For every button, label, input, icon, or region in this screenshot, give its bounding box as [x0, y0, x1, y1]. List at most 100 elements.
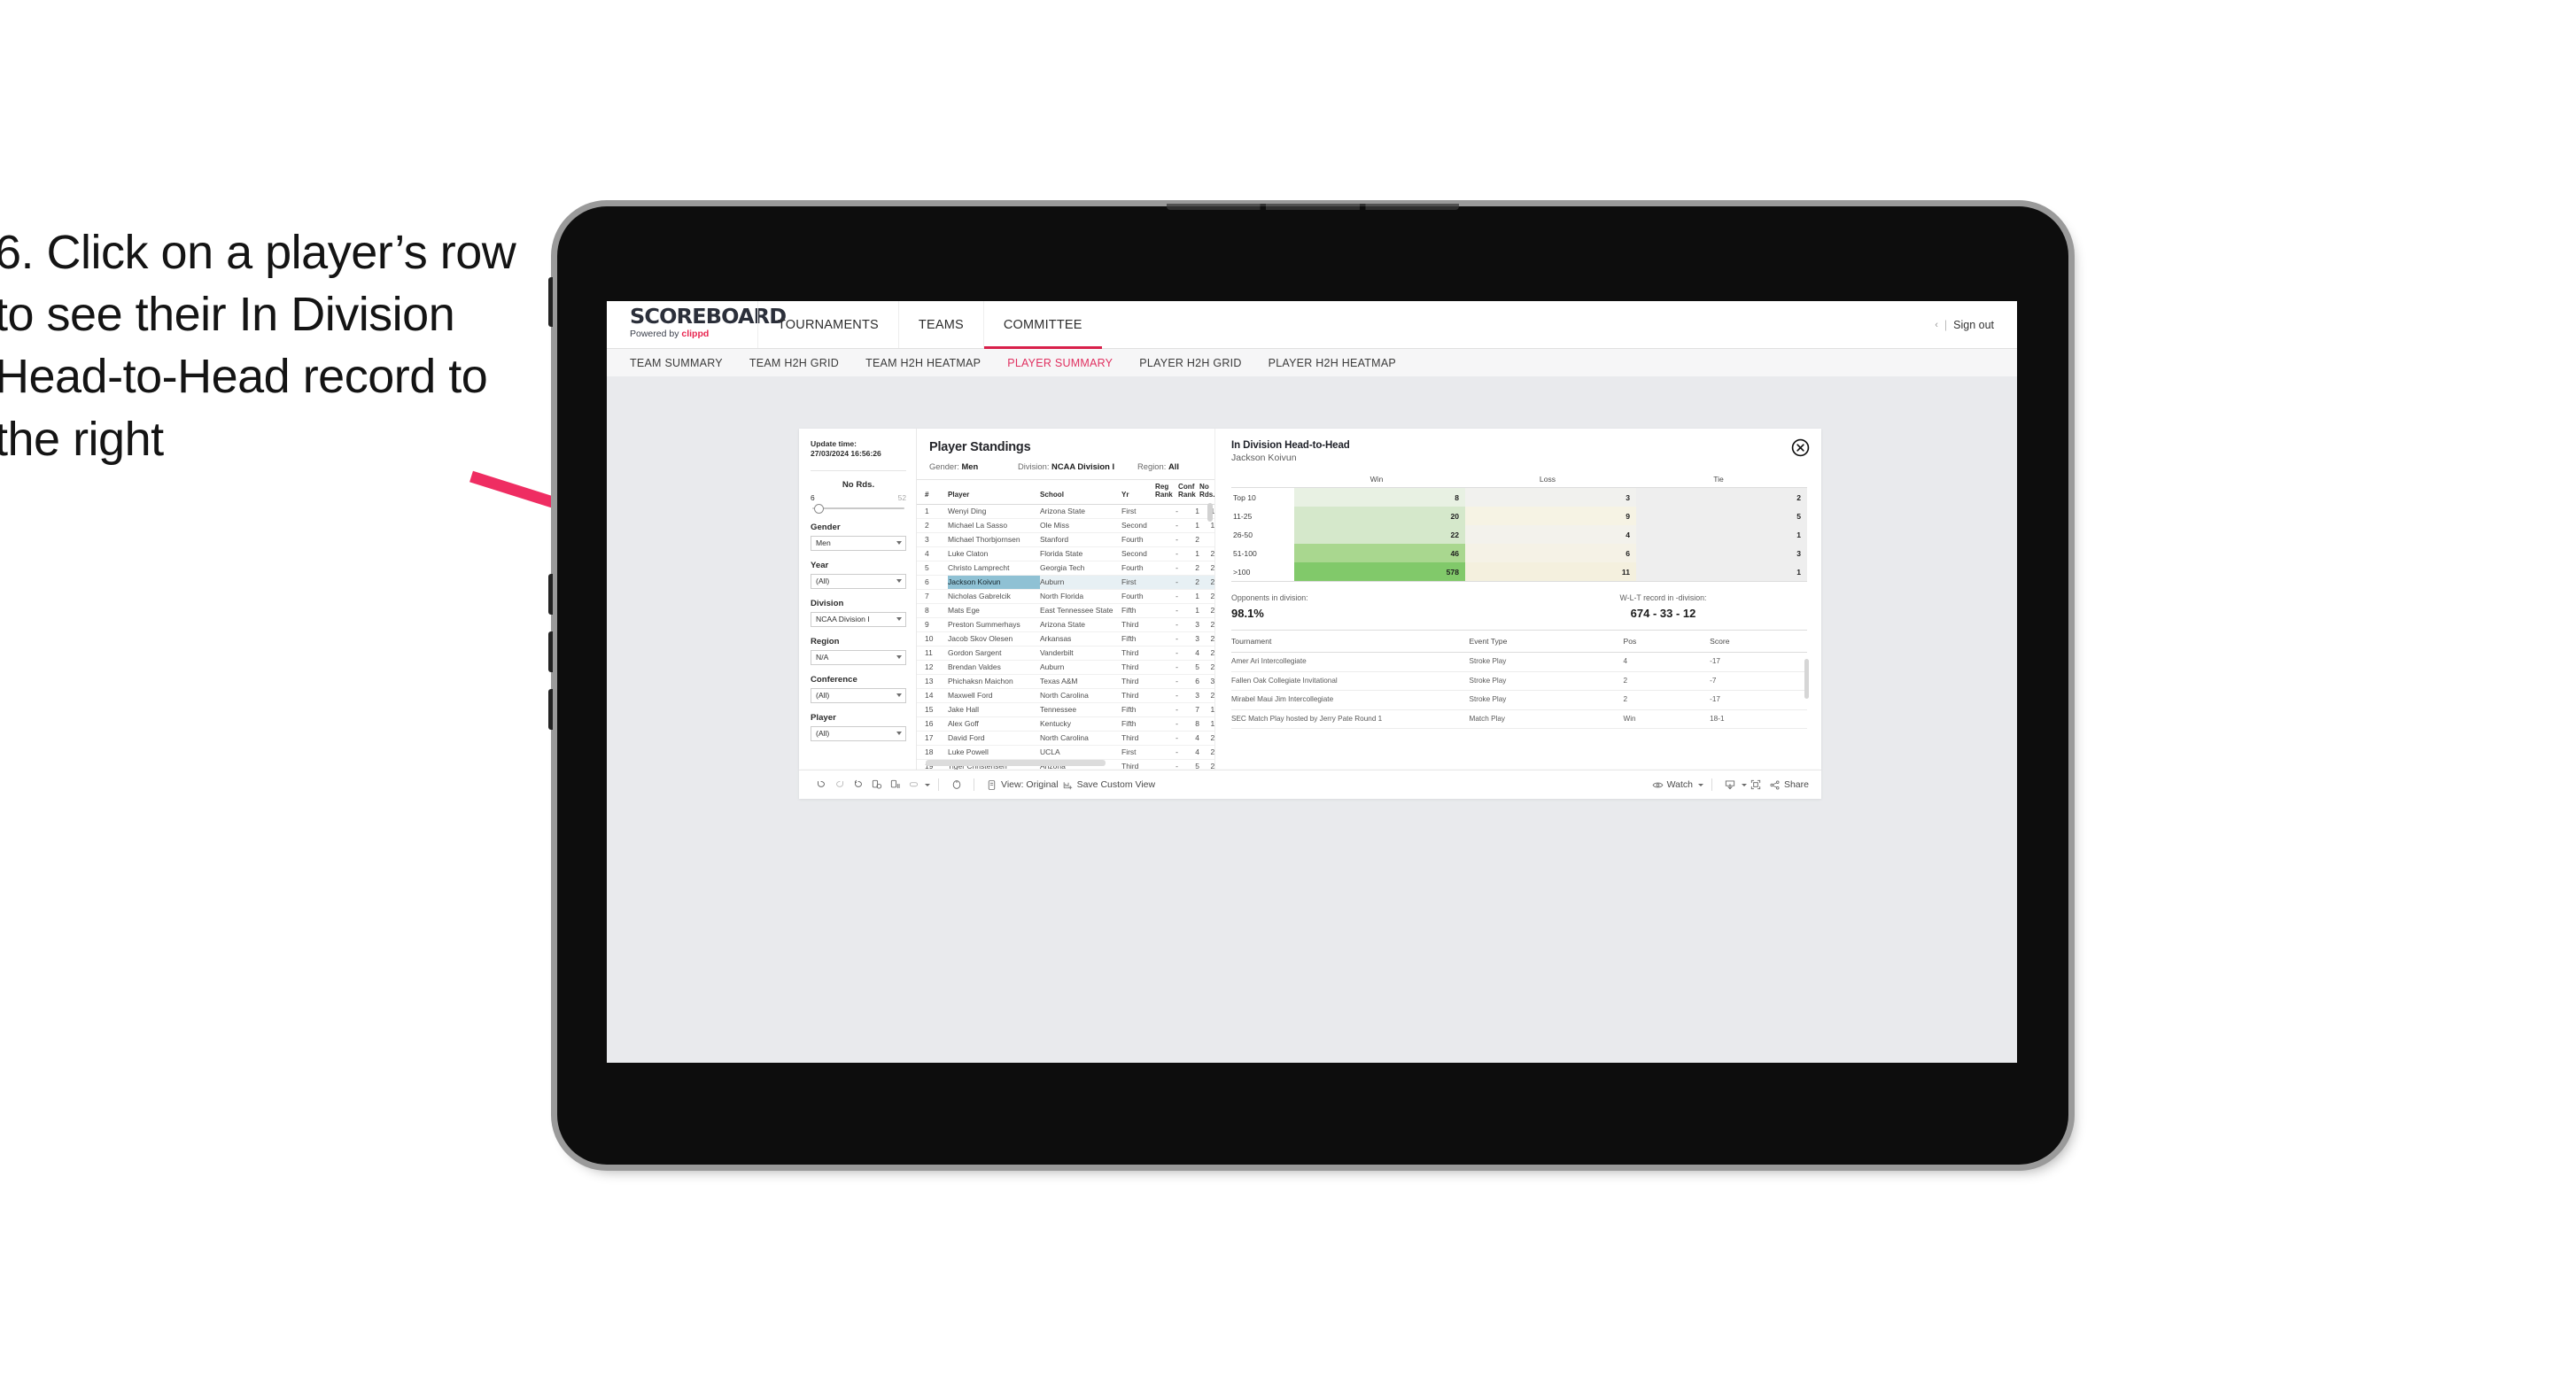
conference-filter-select[interactable]: (All) [811, 687, 906, 703]
watch-button[interactable]: Watch [1652, 779, 1703, 791]
highlight-icon[interactable] [904, 776, 923, 794]
reg-rank-cell: - [1155, 603, 1178, 618]
tablet-device-frame: SCOREBOARD Powered by clippd TOURNAMENTS… [548, 204, 2068, 1165]
year-filter-select[interactable]: (All) [811, 573, 906, 589]
table-row[interactable]: 9 Preston Summerhays Arizona State Third -3 2… [917, 617, 1214, 632]
nav-committee[interactable]: COMMITTEE [982, 301, 1102, 349]
table-row[interactable]: 13Phichaksn MaichonTexas A&MThird-6301 [917, 674, 1214, 689]
view-original-button[interactable]: View: Original [986, 779, 1059, 791]
table-row[interactable]: 2Michael La SassoOle MissSecond-1180 [917, 518, 1214, 533]
subnav-player-summary[interactable]: PLAYER SUMMARY [1007, 357, 1130, 369]
year-cell: Fifth [1121, 631, 1155, 647]
col-school[interactable]: School [1040, 480, 1121, 505]
download-button[interactable] [1724, 778, 1747, 791]
tournaments-table-wrapper[interactable]: Tournament Event Type Pos Score Amer Ari… [1231, 630, 1809, 729]
tournament-row[interactable]: SEC Match Play hosted by Jerry Pate Roun… [1231, 709, 1807, 729]
division-filter-select[interactable]: NCAA Division I [811, 611, 906, 627]
refresh-data-icon[interactable] [867, 776, 886, 794]
school-cell: Arkansas [1040, 631, 1121, 647]
save-custom-view-icon [1063, 781, 1072, 789]
h2h-col-loss: Loss [1465, 475, 1636, 488]
share-button[interactable]: Share [1769, 779, 1809, 791]
col-conf-rank[interactable]: Conf Rank [1178, 480, 1199, 505]
rank-cell: 6 [917, 575, 948, 590]
table-row[interactable]: 6Jackson KoivunAuburnFirst-2271 [917, 575, 1214, 590]
table-row[interactable]: 16Alex GoffKentuckyFifth-8190 [917, 716, 1214, 732]
standings-table-wrapper[interactable]: # Player School Yr Reg Rank Conf Rank No Rd… [917, 479, 1214, 770]
col-reg-rank[interactable]: Reg Rank [1155, 480, 1178, 505]
division-filter-value: NCAA Division I [816, 615, 870, 624]
table-row[interactable]: 7 Nicholas Gabrelcik North Florida Fourth -1… [917, 589, 1214, 604]
subnav-team-h2h-heatmap[interactable]: TEAM H2H HEATMAP [865, 357, 998, 369]
watch-icon [1652, 782, 1664, 787]
table-row[interactable]: 4Luke ClatonFlorida StateSecond-1272 [917, 546, 1214, 561]
col-pos[interactable]: Pos [1623, 631, 1711, 653]
col-rank[interactable]: # [917, 480, 948, 505]
school-cell: Kentucky [1040, 716, 1121, 732]
view-original-label: View: Original [1001, 779, 1059, 790]
alerts-icon[interactable] [947, 776, 966, 794]
table-row[interactable]: 5Christo LamprechtGeorgia TechFourth-221… [917, 561, 1214, 576]
col-event-type[interactable]: Event Type [1469, 631, 1624, 653]
tournaments-scrollbar[interactable] [1804, 659, 1809, 699]
nav-tournaments[interactable]: TOURNAMENTS [757, 301, 898, 348]
pause-updates-icon[interactable] [886, 776, 904, 794]
rank-cell: 1 [917, 504, 948, 519]
col-no-line2: Rds. [1199, 490, 1214, 499]
view-icon [988, 779, 996, 790]
chevron-down-icon[interactable] [1697, 783, 1703, 786]
col-score[interactable]: Score [1710, 631, 1807, 653]
table-row[interactable]: 1Wenyi DingArizona StateFirst-1151 [917, 504, 1214, 519]
subnav-player-h2h-grid[interactable]: PLAYER H2H GRID [1139, 357, 1259, 369]
table-row[interactable]: 12Brendan ValdesAuburnThird-5270 [917, 660, 1214, 675]
table-row[interactable]: 8Mats EgeEast Tennessee StateFifth-1242 [917, 603, 1214, 618]
h2h-loss-cell: 9 [1465, 507, 1636, 525]
nav-teams[interactable]: TEAMS [897, 301, 983, 348]
table-row[interactable]: 14Maxwell FordNorth CarolinaThird-3230 [917, 688, 1214, 703]
event-type-cell: Stroke Play [1469, 690, 1624, 710]
no-rounds-slider[interactable] [812, 504, 904, 515]
chevron-down-icon [896, 617, 902, 622]
reg-rank-cell: - [1155, 745, 1178, 760]
table-horizontal-scrollbar[interactable] [926, 760, 1106, 766]
table-row[interactable]: 18Luke PowellUCLAFirst-4241 [917, 745, 1214, 760]
chevron-down-icon [896, 579, 902, 584]
tournament-row[interactable]: Amer Ari Intercollegiate Stroke Play 4 -17 [1231, 652, 1807, 672]
table-vertical-scrollbar[interactable] [1207, 503, 1213, 522]
year-cell: Second [1121, 546, 1155, 561]
context-region-value: All [1168, 461, 1179, 471]
col-no-rds[interactable]: No Rds. [1199, 480, 1214, 505]
col-year[interactable]: Yr [1121, 480, 1155, 505]
table-row[interactable]: 11Gordon SargentVanderbiltThird-4210 [917, 646, 1214, 661]
table-row[interactable]: 10Jacob Skov OlesenArkansasFifth-3230 [917, 631, 1214, 647]
col-player[interactable]: Player [948, 480, 1040, 505]
player-filter-select[interactable]: (All) [811, 725, 906, 741]
chevron-down-icon[interactable] [925, 783, 930, 786]
tournament-row[interactable]: Mirabel Maui Jim Intercollegiate Stroke P… [1231, 690, 1807, 710]
revert-icon[interactable] [849, 776, 867, 794]
gender-filter-select[interactable]: Men [811, 535, 906, 551]
subnav-team-summary[interactable]: TEAM SUMMARY [630, 357, 741, 369]
filter-conference: Conference (All) [811, 675, 906, 703]
no-rounds-cell: 24 [1199, 603, 1214, 618]
table-row[interactable]: 15Jake HallTennesseeFifth-7180 [917, 702, 1214, 717]
table-row[interactable]: 3Michael ThorbjornsenStanfordFourth-291 [917, 532, 1214, 547]
subnav-team-h2h-grid[interactable]: TEAM H2H GRID [749, 357, 857, 369]
subnav-player-h2h-heatmap[interactable]: PLAYER H2H HEATMAP [1269, 357, 1414, 369]
tournament-row[interactable]: Fallen Oak Collegiate Invitational Stroke… [1231, 671, 1807, 691]
sign-out-link[interactable]: Sign out [1953, 319, 1994, 331]
h2h-tie-cell: 5 [1636, 507, 1807, 525]
filter-player: Player (All) [811, 713, 906, 741]
h2h-summary-stats: Opponents in division: 98.1% W-L-T recor… [1231, 593, 1807, 620]
close-circle-icon[interactable] [1791, 438, 1810, 457]
undo-icon[interactable] [811, 776, 830, 794]
table-row[interactable]: 17David FordNorth CarolinaThird-4211 [917, 731, 1214, 746]
reg-rank-cell: - [1155, 631, 1178, 647]
save-custom-view-button[interactable]: Save Custom View [1062, 779, 1155, 791]
region-filter-select[interactable]: N/A [811, 649, 906, 665]
slider-handle[interactable] [814, 504, 824, 515]
fullscreen-icon[interactable] [1747, 776, 1765, 794]
col-tournament[interactable]: Tournament [1231, 631, 1470, 653]
redo-icon[interactable] [830, 776, 849, 794]
app-logo[interactable]: SCOREBOARD Powered by clippd [607, 301, 787, 348]
